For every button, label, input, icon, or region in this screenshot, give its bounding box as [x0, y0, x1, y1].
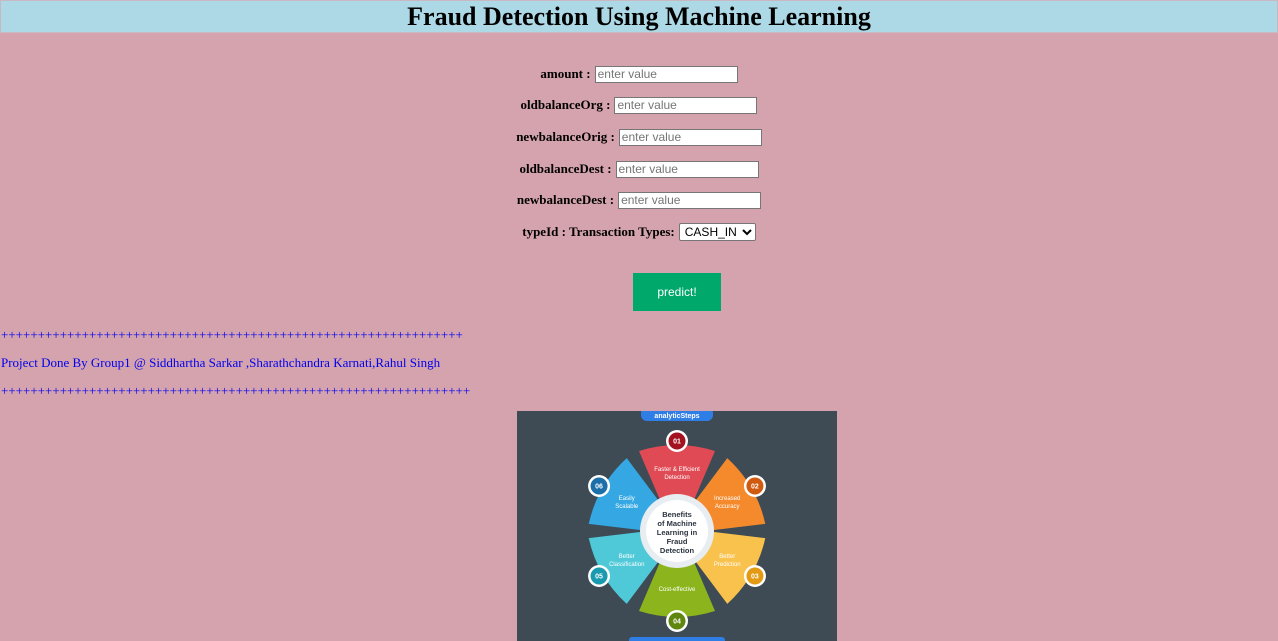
infographic-graphic: analyticSteps Faster & Efficient Detectio…: [588, 411, 766, 641]
transaction-type-select[interactable]: CASH_IN: [678, 223, 756, 241]
center-line-1: Benefits: [662, 510, 692, 519]
typeid-row: typeId : Transaction Types: CASH_IN: [0, 223, 1278, 241]
badge-06-number: 06: [595, 484, 603, 491]
petal-04-label: Cost-effective: [659, 587, 696, 593]
oldbalanceorg-row: oldbalanceOrg :: [0, 96, 1278, 114]
newbalanceorig-row: newbalanceOrig :: [0, 128, 1278, 146]
center-line-2: of Machine: [657, 519, 696, 528]
bottom-bar: [629, 637, 725, 641]
title-bar: Fraud Detection Using Machine Learning: [0, 0, 1278, 33]
typeid-label: typeId : Transaction Types:: [522, 224, 675, 239]
petal-03-label: Prediction: [714, 562, 741, 568]
center-line-4: Fraud: [667, 537, 688, 546]
petal-02-label: Increased: [714, 496, 740, 502]
credits-text: Project Done By Group1 @ Siddhartha Sark…: [1, 355, 441, 370]
predict-button[interactable]: predict!: [633, 273, 721, 311]
ml-benefits-infographic: analyticSteps Faster & Efficient Detectio…: [517, 411, 837, 641]
center-line-5: Detection: [660, 546, 695, 555]
newbalanceorig-input[interactable]: [618, 128, 762, 146]
badge-05-number: 05: [595, 574, 603, 581]
newbalancedest-input[interactable]: [618, 191, 762, 209]
oldbalanceorg-label: oldbalanceOrg :: [520, 97, 611, 112]
oldbalanceorg-input[interactable]: [614, 96, 758, 114]
amount-row: amount :: [0, 65, 1278, 83]
petal-01-label: Faster & Efficient: [654, 467, 700, 473]
separator-top: ++++++++++++++++++++++++++++++++++++++++…: [1, 327, 463, 342]
center-line-3: Learning in: [657, 528, 698, 537]
oldbalancedest-row: oldbalanceDest :: [0, 160, 1278, 178]
newbalanceorig-label: newbalanceOrig :: [516, 129, 615, 144]
page-title: Fraud Detection Using Machine Learning: [407, 2, 871, 31]
badge-02-number: 02: [751, 484, 759, 491]
brand-logo: analyticSteps: [654, 413, 699, 420]
petal-02-label: Accuracy: [715, 504, 740, 510]
petal-05-label: Classification: [609, 562, 644, 568]
badge-03-number: 03: [751, 574, 759, 581]
oldbalancedest-label: oldbalanceDest :: [519, 161, 612, 176]
petal-06-label: Scalable: [615, 504, 639, 510]
newbalancedest-row: newbalanceDest :: [0, 191, 1278, 209]
badge-04-number: 04: [673, 619, 681, 626]
newbalancedest-label: newbalanceDest :: [516, 192, 615, 207]
amount-input[interactable]: [594, 65, 738, 83]
petal-06-label: Easily: [619, 496, 635, 502]
separator-bottom: ++++++++++++++++++++++++++++++++++++++++…: [1, 383, 471, 398]
petal-05-label: Better: [619, 554, 635, 560]
badge-01-number: 01: [673, 439, 681, 446]
amount-label: amount :: [540, 66, 591, 81]
petal-01-label: Detection: [664, 475, 689, 481]
oldbalancedest-input[interactable]: [615, 160, 759, 178]
petal-03-label: Better: [719, 554, 735, 560]
